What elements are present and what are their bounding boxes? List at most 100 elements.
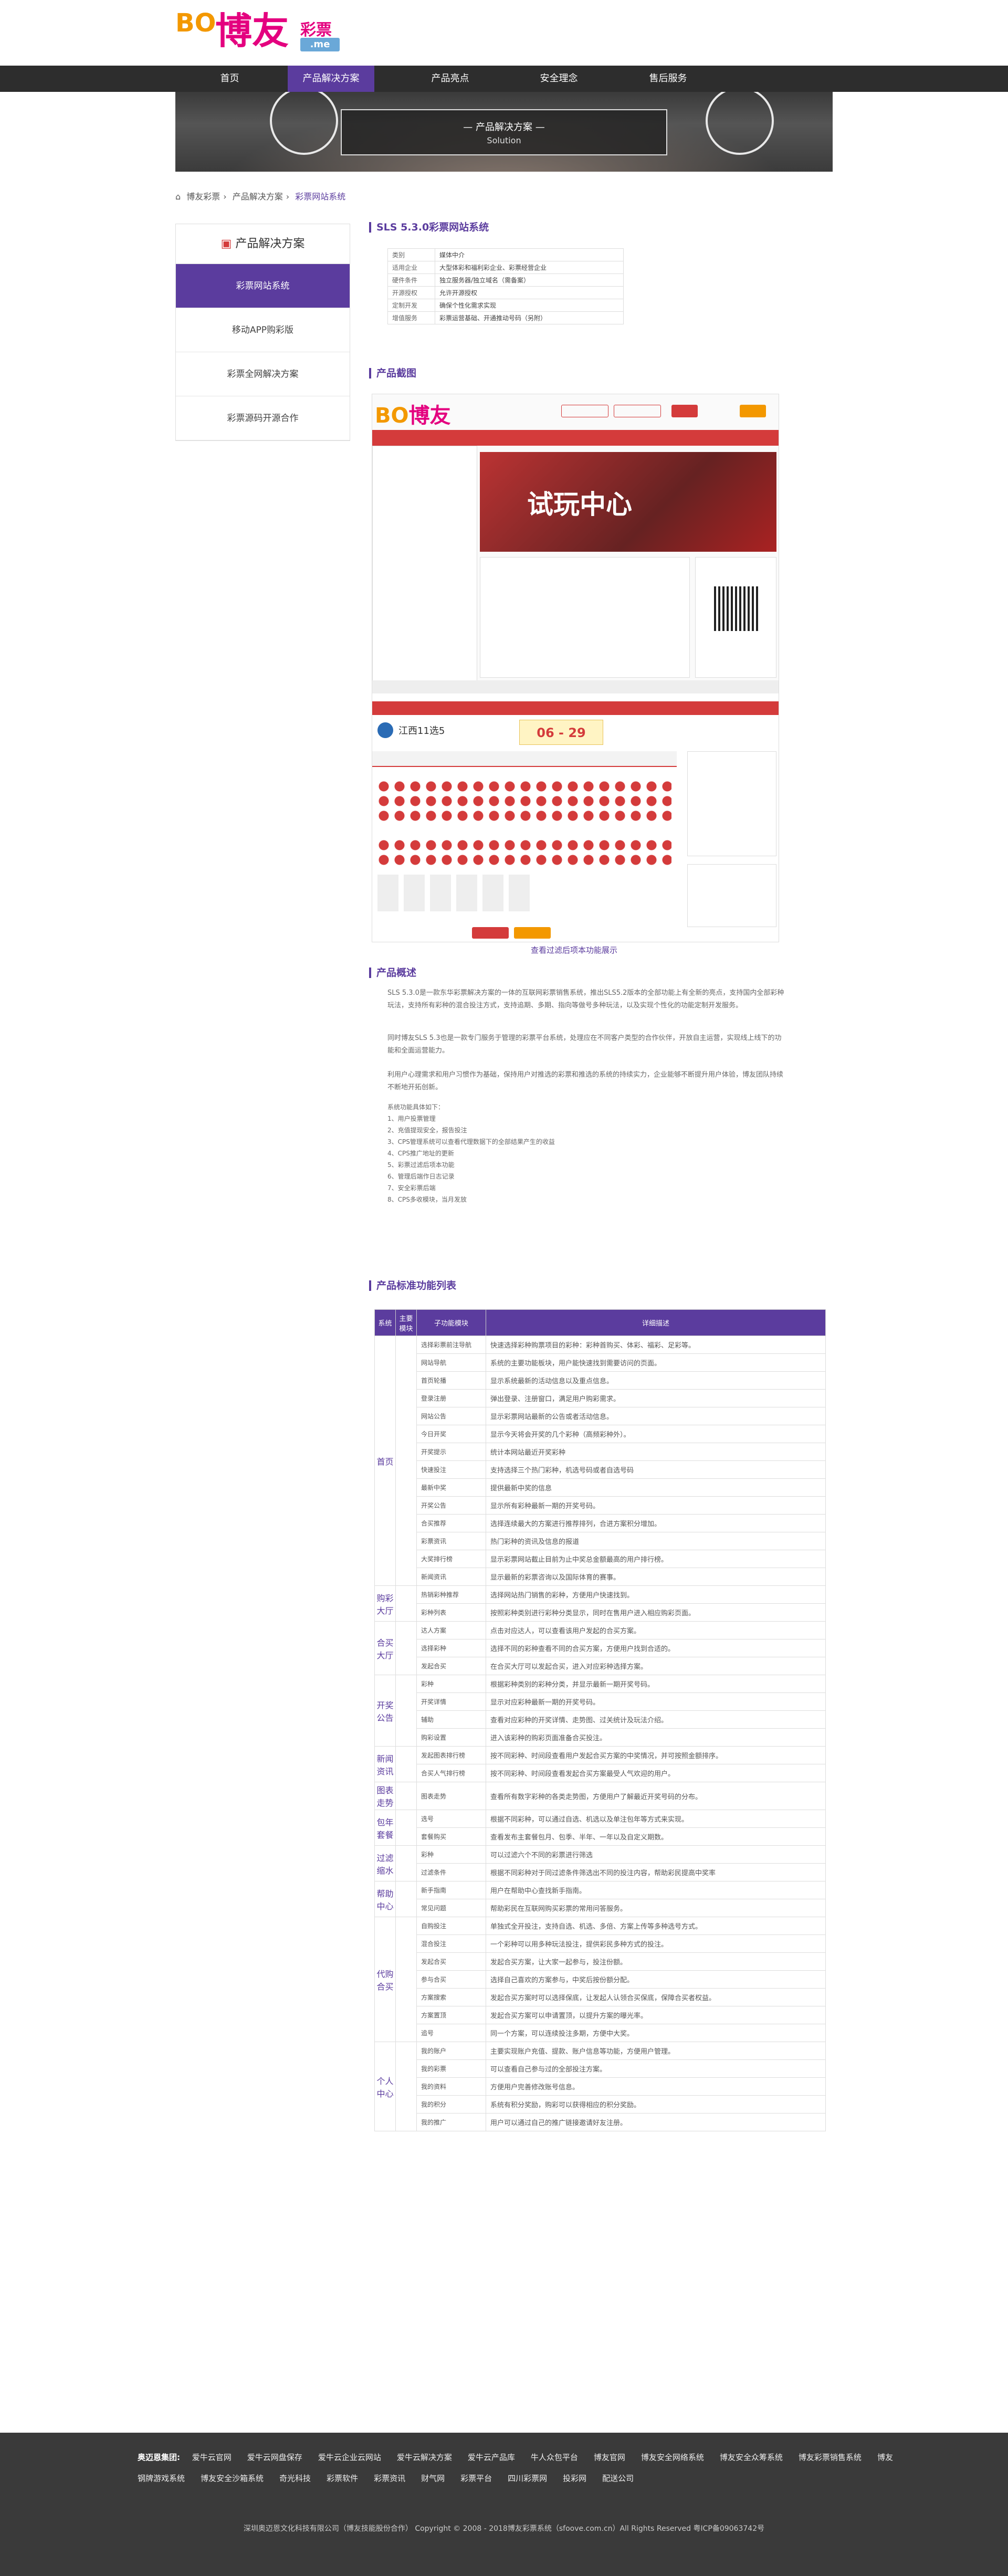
footer-link[interactable]: 投彩网 [563,2474,586,2483]
func-name: 开奖公告 [416,1496,486,1515]
product-screenshot: BO博友 试玩中心 江西11选5 06 - 29 [372,394,779,942]
table-row: 混合投注 一个彩种可以用多种玩法投注，提供彩民多种方式的投注。 [375,1934,826,1953]
footer-label: 奥迈恩集团: [138,2453,180,2462]
table-row: 方案置顶 发起合买方案可以申请置顶，以提升方案的曝光率。 [375,2006,826,2024]
overview-list: 系统功能具体如下： 1、用户投票管理 2、充值提现安全，报告投注 3、CPS管理… [387,1101,786,1205]
table-row: 追号 同一个方案，可以连续投注多期，方便中大奖。 [375,2024,826,2042]
func-desc: 可以查看自己参与过的全部投注方案。 [486,2059,826,2078]
home-icon[interactable]: ⌂ [175,192,181,202]
screenshot-title: 产品截图 [369,365,527,381]
footer-link[interactable]: 彩票资讯 [374,2474,405,2483]
overview-p1: SLS 5.3.0是一款东华彩票解决方案的一体的互联网彩票销售系统，推出SLS5… [387,989,784,1010]
func-desc: 点击对应达人，可以查看该用户发起的合买方案。 [486,1621,826,1639]
func-name: 今日开奖 [416,1425,486,1443]
banner-title: — 产品解决方案 — [463,122,545,133]
table-row: 选择彩种 选择不同的彩种查看不同的合买方案，方便用户找到合适的。 [375,1639,826,1657]
footer-link[interactable]: 奇光科技 [279,2474,311,2483]
func-desc: 单独式全开投注，支持自选、机选、多倍、方案上传等多种选号方式。 [486,1917,826,1935]
func-category: 购彩大厅 [374,1585,396,1622]
func-module [395,1585,417,1622]
overview-p2: 同时博友SLS 5.3也是一款专门服务于管理的彩票平台系统，处理应在不同客户类型… [387,1034,782,1055]
func-name: 我的推广 [416,2113,486,2131]
func-name: 方案置顶 [416,2006,486,2024]
footer-link[interactable]: 博友安全沙箱系统 [201,2474,264,2483]
sidebar-item-website[interactable]: 彩票网站系统 [176,264,350,308]
footer-link[interactable]: 爱牛云网盘保存 [247,2453,302,2462]
sidebar-item-app[interactable]: 移动APP购彩版 [176,308,350,352]
table-row: 套餐购买 查看发布主套餐包月、包季、半年、一年以及自定义期数。 [375,1827,826,1846]
nav-solutions[interactable]: 产品解决方案 [288,66,374,92]
func-desc: 显示对应彩种最新一期的开奖号码。 [486,1692,826,1711]
table-row: 彩票资讯 热门彩种的资讯及信息的报道 [375,1532,826,1550]
func-desc: 系统有积分奖励，购彩可以获得相应的积分奖励。 [486,2095,826,2114]
table-row: 今日开奖 显示今天将会开奖的几个彩种（高频彩种外）。 [375,1425,826,1443]
func-name: 追号 [416,2024,486,2042]
nav-security[interactable]: 安全理念 [516,66,602,92]
nav-service[interactable]: 售后服务 [625,66,711,92]
crumb-solutions[interactable]: 产品解决方案 [233,192,283,202]
function-table: 系统 主要模块 子功能模块 详细描述 首页 选择彩票前注导航 快速选择彩种购票项目的… [374,1309,826,2131]
func-name: 选择彩票前注导航 [416,1336,486,1354]
footer-link[interactable]: 爱牛云官网 [192,2453,232,2462]
screenshot-caption[interactable]: 查看过滤后项本功能展示 [369,944,779,955]
table-row: 发起合买 在合买大厅可以发起合买，进入对应彩种选择方案。 [375,1657,826,1675]
func-desc: 发起合买方案时可以选择保底，让发起人认领合买保底，保障合买者权益。 [486,1988,826,2006]
func-desc: 根据不同彩种，可以通过自选、机选以及单注包年等方式来实现。 [486,1810,826,1828]
func-desc: 按照彩种类别进行彩种分类显示，同时在售用户进入相应购彩页面。 [486,1603,826,1622]
table-row: 网站公告 显示彩票网站最新的公告或者活动信息。 [375,1407,826,1425]
table-row: 大奖排行榜 显示彩票网站截止目前为止中奖总金额最高的用户排行榜。 [375,1550,826,1568]
func-module [395,1675,417,1747]
logo-bo: BO [175,8,216,38]
footer-link[interactable]: 爱牛云企业云网站 [318,2453,381,2462]
func-desc: 统计本网站最近开奖彩种 [486,1443,826,1461]
list-item: 6、管理后端作日志记录 [387,1173,455,1180]
footer-link[interactable]: 配送公司 [602,2474,634,2483]
footer-link[interactable]: 财气网 [421,2474,445,2483]
func-name: 我的彩票 [416,2059,486,2078]
func-desc: 支持选择三个热门彩种，机选号码或者自选号码 [486,1460,826,1479]
footer-link[interactable]: 彩票软件 [327,2474,358,2483]
footer-link[interactable]: 爱牛云产品库 [468,2453,515,2462]
table-row: 我的资料 方便用户完善修改账号信息。 [375,2077,826,2096]
func-name: 彩种列表 [416,1603,486,1622]
func-name: 参与合买 [416,1970,486,1989]
crumb-home[interactable]: 博友彩票 [186,192,220,202]
func-desc: 根据彩种类别的彩种分类，并显示最新一期开奖号码。 [486,1675,826,1693]
nav-home[interactable]: 首页 [186,66,273,92]
logo[interactable]: BO 博友 彩票 .me [175,10,375,55]
logo-sub: 彩票 [300,21,332,39]
func-name: 彩种 [416,1845,486,1864]
func-name: 网站公告 [416,1407,486,1425]
footer-link[interactable]: 博友安全网络系统 [641,2453,704,2462]
table-row: 网站导航 系统的主要功能板块，用户能快速找到需要访问的页面。 [375,1353,826,1372]
footer-link[interactable]: 博友安全众筹系统 [720,2453,783,2462]
table-row: 快速投注 支持选择三个热门彩种，机选号码或者自选号码 [375,1460,826,1479]
footer-link[interactable]: 博友官网 [594,2453,625,2462]
func-desc: 弹出登录、注册窗口，满足用户购彩需求。 [486,1389,826,1407]
footer-link[interactable]: 爱牛云解决方案 [397,2453,452,2462]
copyright: 深圳奥迈恩文化科技有限公司（博友技能股份合作） Copyright © 2008… [243,2525,765,2533]
func-module [395,1782,417,1810]
func-name: 合买人气排行榜 [416,1764,486,1782]
func-name: 网站导航 [416,1353,486,1372]
table-row: 帮助中心 新手指南 用户在帮助中心查找新手指南。 [374,1881,826,1917]
footer-link[interactable]: 四川彩票网 [508,2474,547,2483]
func-category: 个人中心 [374,2042,396,2131]
footer-link[interactable]: 彩票平台 [460,2474,492,2483]
list-item: 4、CPS推广地址的更新 [387,1150,454,1157]
footer-link[interactable]: 牛人众包平台 [531,2453,578,2462]
table-row: 购彩大厅 热销彩种推荐 选择网站热门销售的彩种，方便用户快速找到。 [374,1585,826,1622]
list-item: 5、彩票过滤后项本功能 [387,1161,455,1169]
logo-brand: 博友 [215,9,289,52]
logo-domain: .me [300,38,340,51]
sidebar-item-opensource[interactable]: 彩票源码开源合作 [176,396,350,440]
list-item: 8、CPS多收模块，当月发放 [387,1196,467,1203]
footer-links: 奥迈恩集团: 爱牛云官网 爱牛云网盘保存 爱牛云企业云网站 爱牛云解决方案 爱牛云产品库… [138,2447,894,2489]
footer: 奥迈恩集团: 爱牛云官网 爱牛云网盘保存 爱牛云企业云网站 爱牛云解决方案 爱牛云产品库… [0,2433,1008,2576]
table-row: 个人中心 我的账户 主要实现账户充值、提款、账户信息等功能，方便用户管理。 [374,2042,826,2131]
func-name: 我的账户 [416,2042,486,2060]
sidebar-item-network[interactable]: 彩票全网解决方案 [176,352,350,396]
nav-highlights[interactable]: 产品亮点 [407,66,494,92]
func-desc: 查看对应彩种的开奖详情、走势图、过关统计及玩法介绍。 [486,1710,826,1729]
footer-link[interactable]: 博友彩票销售系统 [799,2453,862,2462]
